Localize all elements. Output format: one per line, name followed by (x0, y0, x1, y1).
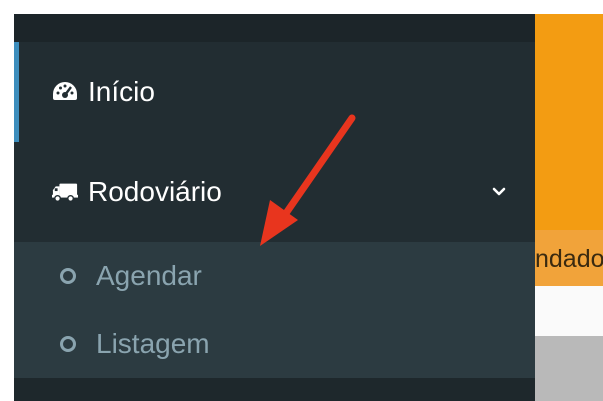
chevron-down-icon[interactable] (489, 182, 509, 202)
content-panel (535, 336, 603, 401)
submenu-item-label: Listagem (96, 328, 210, 359)
sidebar-item-label: Rodoviário (88, 176, 222, 207)
sidebar-topbar (14, 14, 535, 42)
truck-icon (52, 179, 78, 205)
circle-o-icon (60, 268, 76, 284)
sidebar: Início Rodoviário Agendar Listagem (14, 14, 535, 401)
sidebar-item-rodoviario[interactable]: Rodoviário (14, 142, 535, 242)
tachometer-icon (52, 79, 78, 105)
submenu-item-listagem[interactable]: Listagem (14, 310, 535, 378)
sidebar-item-label: Início (88, 76, 155, 107)
submenu-rodoviario: Agendar Listagem (14, 242, 535, 378)
content-header (535, 14, 603, 230)
highlight-text: ndado (535, 245, 603, 273)
sidebar-footer (14, 378, 535, 401)
highlight-row[interactable]: ndado (535, 230, 603, 286)
screenshot-frame: ndado Início Rodoviário Agendar Listagem (14, 14, 603, 401)
content-gap (535, 286, 603, 336)
circle-o-icon (60, 336, 76, 352)
submenu-item-agendar[interactable]: Agendar (14, 242, 535, 310)
submenu-item-label: Agendar (96, 260, 202, 291)
sidebar-item-inicio[interactable]: Início (14, 42, 535, 142)
